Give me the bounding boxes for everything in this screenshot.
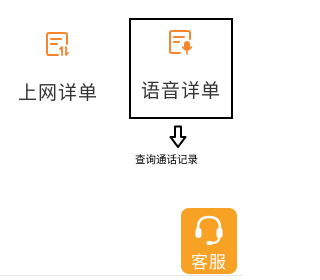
- data-detail-tile[interactable]: 上网详单: [6, 20, 110, 120]
- bottom-divider: [0, 275, 242, 276]
- data-list-icon: [46, 32, 69, 56]
- page: 上网详单 语音详单 查询通话记录 客服: [0, 0, 242, 280]
- customer-service-button[interactable]: 客服: [181, 208, 237, 274]
- customer-service-label: 客服: [191, 253, 227, 273]
- down-arrow-icon: [169, 125, 187, 148]
- voice-detail-tile[interactable]: 语音详单: [129, 18, 233, 119]
- annotation-note: 查询通话记录: [135, 154, 198, 166]
- voice-list-icon: [169, 30, 193, 55]
- data-detail-label: 上网详单: [17, 82, 98, 104]
- headset-icon: [195, 215, 223, 245]
- voice-detail-label: 语音详单: [140, 80, 221, 102]
